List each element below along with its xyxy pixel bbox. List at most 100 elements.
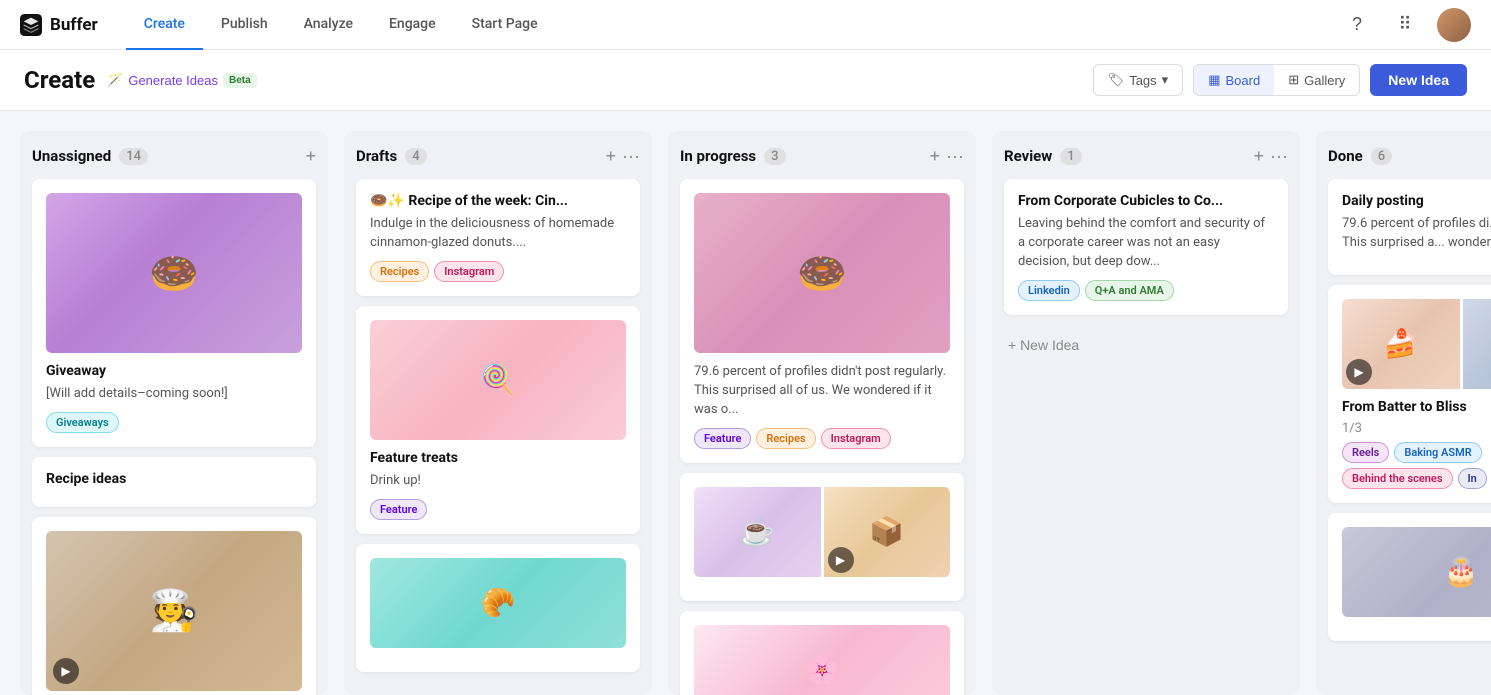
card-corporate[interactable]: From Corporate Cubicles to Co... Leaving… <box>1004 179 1288 315</box>
tag-linkedin-1[interactable]: Linkedin <box>1018 280 1080 301</box>
card-tags-feature-treats: Feature <box>370 499 626 520</box>
nav-right: ? ⠿ <box>1341 8 1471 42</box>
logo-text: Buffer <box>50 15 98 35</box>
card-image-grid: ☕ 📦 ▶ <box>694 487 950 577</box>
column-add-button-drafts[interactable]: + <box>606 147 617 165</box>
cyan-image: 🥐 <box>370 558 626 648</box>
sprinkles-image: 🍩 <box>694 193 950 353</box>
card-desc-giveaway: [Will add details–coming soon!] <box>46 385 302 404</box>
card-title-giveaway: Giveaway <box>46 363 302 379</box>
column-more-button-drafts[interactable]: ··· <box>622 147 640 165</box>
column-title-unassigned: Unassigned <box>32 147 111 165</box>
board-label: Board <box>1226 73 1261 88</box>
card-desc-feature-treats: Drink up! <box>370 472 626 491</box>
column-unassigned: Unassigned 14 + 🍩 Giveaway [Will add det… <box>20 131 328 695</box>
card-image-sprinkles: 🍩 <box>694 193 950 353</box>
tag-feature-1[interactable]: Feature <box>370 499 427 520</box>
top-navigation: Buffer Create Publish Analyze Engage Sta… <box>0 0 1491 50</box>
subheader-actions: 🏷 Tags ▾ ▦ Board ⊞ Gallery New Idea <box>1093 64 1467 96</box>
card-tags-giveaway: Giveaways <box>46 412 302 433</box>
card-cyan[interactable]: 🥐 <box>356 544 640 672</box>
card-pink[interactable]: 🌸 <box>680 611 964 695</box>
card-baking[interactable]: 🧑‍🍳 ▶ 🔍 Ever wondered what goes on behin… <box>32 517 316 695</box>
card-image-done-extra: 🎂 <box>1342 527 1491 617</box>
board-view-button[interactable]: ▦ Board <box>1194 65 1274 95</box>
card-done-extra[interactable]: 🎂 <box>1328 513 1491 641</box>
card-recipe-ideas[interactable]: Recipe ideas <box>32 457 316 507</box>
avatar[interactable] <box>1437 8 1471 42</box>
done-extra-image: 🎂 <box>1342 527 1491 617</box>
sparkle-icon: 🪄 <box>107 72 123 88</box>
column-header-drafts: Drafts 4 + ··· <box>356 147 640 165</box>
recipe-emoji: 🍩✨ <box>370 193 408 209</box>
column-more-button-review[interactable]: ··· <box>1270 147 1288 165</box>
card-recipe-week[interactable]: 🍩✨ Recipe of the week: Cin... Indulge in… <box>356 179 640 296</box>
batter-image-container: 🍰 ▶ <box>1342 299 1460 389</box>
tag-reels-1[interactable]: Reels <box>1342 442 1389 463</box>
column-count-done: 6 <box>1371 148 1392 165</box>
card-image-pink: 🌸 <box>694 625 950 695</box>
card-tags-corporate: Linkedin Q+A and AMA <box>1018 280 1274 301</box>
grid-button[interactable]: ⠿ <box>1389 9 1421 41</box>
column-count-unassigned: 14 <box>119 148 148 165</box>
logo[interactable]: Buffer <box>20 14 98 36</box>
help-button[interactable]: ? <box>1341 9 1373 41</box>
nav-publish[interactable]: Publish <box>203 0 286 50</box>
card-giveaway[interactable]: 🍩 Giveaway [Will add details–coming soon… <box>32 179 316 447</box>
card-title-feature-treats: Feature treats <box>370 450 626 466</box>
donuts-image: 🍩 <box>46 193 302 353</box>
column-header-unassigned: Unassigned 14 + <box>32 147 316 165</box>
tag-recipes-2[interactable]: Recipes <box>756 428 815 449</box>
tags-button[interactable]: 🏷 Tags ▾ <box>1093 64 1184 96</box>
card-grid[interactable]: ☕ 📦 ▶ <box>680 473 964 601</box>
tag-qa-1[interactable]: Q+A and AMA <box>1085 280 1174 301</box>
column-add-button-review[interactable]: + <box>1254 147 1265 165</box>
nav-analyze[interactable]: Analyze <box>286 0 371 50</box>
tag-behind-1[interactable]: Behind the scenes <box>1342 468 1453 489</box>
popsicles-image: 🍭 <box>370 320 626 440</box>
column-actions-review: + ··· <box>1254 147 1289 165</box>
card-desc-recipe-week: Indulge in the deliciousness of homemade… <box>370 215 626 253</box>
board-icon: ▦ <box>1208 72 1220 88</box>
tag-giveaways[interactable]: Giveaways <box>46 412 119 433</box>
column-in-progress: In progress 3 + ··· 🍩 79.6 percent of pr… <box>668 131 976 695</box>
column-title-in-progress: In progress <box>680 147 756 165</box>
column-actions-unassigned: + <box>305 147 316 165</box>
card-tags-recipe-week: Recipes Instagram <box>370 261 626 282</box>
generate-ideas-button[interactable]: 🪄 Generate Ideas Beta <box>107 72 257 88</box>
column-count-drafts: 4 <box>405 148 426 165</box>
card-desc-daily: 79.6 percent of profiles di... regularly… <box>1342 215 1491 253</box>
card-daily-posting[interactable]: Daily posting 79.6 percent of profiles d… <box>1328 179 1491 275</box>
column-more-button-in-progress[interactable]: ··· <box>946 147 964 165</box>
card-feature-treats[interactable]: 🍭 Feature treats Drink up! Feature <box>356 306 640 534</box>
nav-links: Create Publish Analyze Engage Start Page <box>126 0 1341 50</box>
column-header-in-progress: In progress 3 + ··· <box>680 147 964 165</box>
card-desc-sprinkles: 79.6 percent of profiles didn't post reg… <box>694 363 950 420</box>
new-idea-button[interactable]: New Idea <box>1370 64 1467 96</box>
tag-recipes-1[interactable]: Recipes <box>370 261 429 282</box>
column-actions-in-progress: + ··· <box>930 147 965 165</box>
board: Unassigned 14 + 🍩 Giveaway [Will add det… <box>0 111 1491 695</box>
card-sprinkles[interactable]: 🍩 79.6 percent of profiles didn't post r… <box>680 179 964 463</box>
column-title-done: Done <box>1328 147 1363 165</box>
card-image-popsicles: 🍭 <box>370 320 626 440</box>
column-add-button-unassigned[interactable]: + <box>305 147 316 165</box>
tag-feature-2[interactable]: Feature <box>694 428 751 449</box>
gallery-view-button[interactable]: ⊞ Gallery <box>1274 65 1359 95</box>
tag-instagram-1[interactable]: Instagram <box>434 261 504 282</box>
column-title-drafts: Drafts <box>356 147 397 165</box>
nav-engage[interactable]: Engage <box>371 0 454 50</box>
column-header-review: Review 1 + ··· <box>1004 147 1288 165</box>
tag-instagram-2[interactable]: Instagram <box>821 428 891 449</box>
column-done: Done 6 Daily posting 79.6 percent of pro… <box>1316 131 1491 695</box>
nav-create[interactable]: Create <box>126 0 203 50</box>
card-title-batter: From Batter to Bliss <box>1342 399 1491 415</box>
nav-start-page[interactable]: Start Page <box>454 0 556 50</box>
tag-in-1[interactable]: In <box>1458 468 1487 489</box>
buffer-logo-icon <box>20 14 42 36</box>
tag-baking-1[interactable]: Baking ASMR <box>1394 442 1481 463</box>
new-idea-inline-review[interactable]: + New Idea <box>1004 329 1288 361</box>
column-add-button-in-progress[interactable]: + <box>930 147 941 165</box>
card-batter-bliss[interactable]: 🍰 ▶ 🎂 From Batter to Bliss 1/3 Reels Bak… <box>1328 285 1491 503</box>
card-title-daily: Daily posting <box>1342 193 1491 209</box>
